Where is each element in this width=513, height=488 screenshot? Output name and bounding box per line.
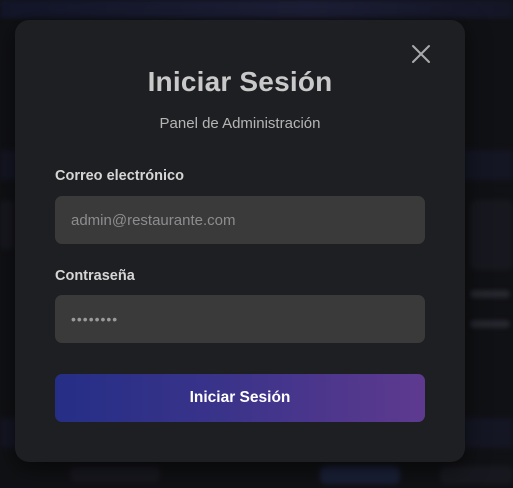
close-button[interactable] bbox=[409, 42, 433, 66]
modal-title: Iniciar Sesión bbox=[147, 66, 333, 97]
password-label: Contraseña bbox=[55, 268, 135, 284]
login-modal: Iniciar Sesión Panel de Administración C… bbox=[15, 20, 465, 462]
email-placeholder: admin@restaurante.com bbox=[71, 211, 236, 229]
password-value: •••••••• bbox=[71, 311, 119, 327]
modal-subtitle: Panel de Administración bbox=[159, 115, 321, 132]
email-label: Correo electrónico bbox=[55, 168, 184, 184]
login-submit-button[interactable]: Iniciar Sesión bbox=[55, 374, 425, 422]
email-field[interactable]: admin@restaurante.com bbox=[55, 196, 425, 244]
password-field[interactable]: •••••••• bbox=[55, 295, 425, 343]
close-icon bbox=[412, 45, 430, 63]
